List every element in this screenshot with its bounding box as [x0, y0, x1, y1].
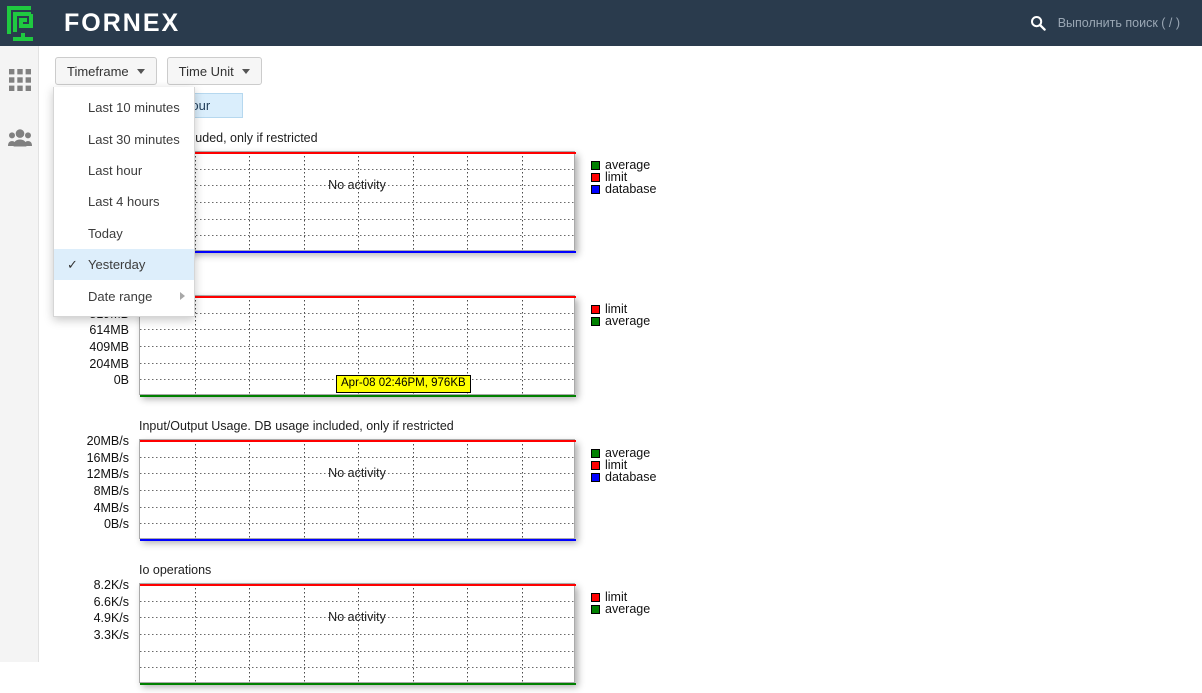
- y-axis-tick: 614MB: [89, 323, 129, 337]
- main-workspace: Timeframe Time Unit Hour usage included,…: [39, 46, 1202, 685]
- legend-entry-database[interactable]: database: [591, 471, 656, 483]
- chart-gridlines: [140, 440, 576, 540]
- legend-swatch-limit: [591, 304, 600, 314]
- y-axis-tick: 8MB/s: [93, 484, 129, 498]
- y-axis-tick: 0B: [113, 373, 129, 387]
- grid-apps-icon: [8, 68, 31, 96]
- legend-entry-average[interactable]: average: [591, 315, 650, 327]
- series-line-limit: [140, 152, 576, 154]
- sidebar-item-apps[interactable]: [0, 58, 39, 106]
- chart-title: Input/Output Usage. DB usage included, o…: [139, 419, 454, 433]
- timeframe-button[interactable]: Timeframe: [55, 57, 157, 85]
- menu-item-yesterday[interactable]: ✓ Yesterday: [54, 248, 194, 281]
- chart-io-operations: Io operations 8.2K/s 6.6K/s 4.9K/s 3.3K/s No …: [39, 563, 679, 693]
- chart-gridlines: [140, 584, 576, 684]
- series-line-limit: [140, 296, 576, 298]
- y-axis-tick: 0B/s: [103, 517, 129, 531]
- y-axis-tick: 4.9K/s: [93, 611, 129, 625]
- series-line-average: [140, 395, 576, 397]
- y-axis-tick: 8.2K/s: [93, 578, 129, 592]
- legend-swatch-limit: [591, 592, 600, 602]
- brand-name: FORNEX: [64, 8, 181, 37]
- chart-legend: limit average: [591, 303, 650, 327]
- legend-label: average: [605, 602, 651, 616]
- chevron-down-icon: [241, 68, 250, 74]
- menu-item-label: Date range: [88, 288, 153, 304]
- plot-area[interactable]: No activity: [139, 583, 576, 685]
- y-axis-tick: 204MB: [89, 357, 129, 371]
- legend-swatch-average: [591, 604, 600, 614]
- legend-swatch-average: [591, 316, 600, 326]
- y-axis-tick: 4MB/s: [93, 501, 129, 515]
- series-line-database: [140, 539, 576, 541]
- chart-legend: average limit database: [591, 447, 656, 483]
- y-axis-tick: 3.3K/s: [93, 628, 129, 642]
- y-axis-tick: 12MB/s: [86, 467, 129, 481]
- search-input-placeholder[interactable]: Выполнить поиск ( / ): [1058, 16, 1180, 30]
- legend-swatch-limit: [591, 460, 600, 470]
- fornex-maze-logo-icon: [5, 4, 41, 42]
- series-line-database: [140, 251, 576, 253]
- y-axis-labels: 8.2K/s 6.6K/s 4.9K/s 3.3K/s: [39, 579, 134, 683]
- sidebar-item-users[interactable]: [0, 116, 39, 164]
- series-line-average: [140, 683, 576, 685]
- menu-item-label: Last hour: [88, 162, 143, 178]
- brand-logo[interactable]: [0, 0, 46, 46]
- legend-swatch-average: [591, 448, 600, 458]
- legend-swatch-database: [591, 184, 600, 194]
- legend-entry-average[interactable]: average: [591, 603, 650, 615]
- check-icon: ✓: [67, 257, 78, 273]
- series-line-limit: [140, 584, 576, 586]
- menu-item-label: Last 30 minutes: [88, 131, 180, 147]
- menu-item-label: Yesterday: [88, 257, 146, 273]
- chart-legend: limit average: [591, 591, 650, 615]
- time-unit-button-label: Time Unit: [178, 63, 234, 79]
- menu-item-label: Last 4 hours: [88, 194, 160, 210]
- series-line-limit: [140, 440, 576, 442]
- menu-item-last-30-minutes[interactable]: Last 30 minutes: [54, 123, 194, 154]
- menu-item-last-hour[interactable]: Last hour: [54, 155, 194, 186]
- timeframe-dropdown-menu: Last 10 minutes Last 30 minutes Last hour L…: [53, 87, 195, 317]
- chart-title: Io operations: [139, 563, 212, 577]
- legend-label: database: [605, 182, 657, 196]
- chart-io-usage: Input/Output Usage. DB usage included, o…: [39, 419, 679, 549]
- global-search[interactable]: Выполнить поиск ( / ): [1030, 0, 1202, 46]
- y-axis-tick: 20MB/s: [86, 434, 129, 448]
- search-icon: [1030, 15, 1046, 31]
- chevron-down-icon: [136, 68, 145, 74]
- menu-item-last-10-minutes[interactable]: Last 10 minutes: [54, 92, 194, 123]
- y-axis-tick: 409MB: [89, 340, 129, 354]
- timeframe-button-label: Timeframe: [67, 63, 129, 79]
- menu-item-label: Last 10 minutes: [88, 100, 180, 116]
- y-axis-tick: 6.6K/s: [93, 595, 129, 609]
- chevron-right-icon: [180, 292, 185, 301]
- y-axis-tick: 16MB/s: [86, 451, 129, 465]
- plot-area[interactable]: Apr-08 02:46PM, 976KB: [139, 295, 576, 397]
- menu-item-today[interactable]: Today: [54, 218, 194, 249]
- plot-area[interactable]: No activity: [139, 439, 576, 541]
- plot-area[interactable]: No activity: [139, 151, 576, 253]
- menu-item-last-4-hours[interactable]: Last 4 hours: [54, 186, 194, 217]
- legend-label: average: [605, 314, 651, 328]
- top-header-bar: FORNEX Выполнить поиск ( / ): [0, 0, 1202, 46]
- users-group-icon: [7, 128, 32, 152]
- chart-legend: average limit database: [591, 159, 656, 195]
- legend-swatch-database: [591, 472, 600, 482]
- menu-item-date-range[interactable]: Date range: [54, 280, 194, 311]
- legend-label: database: [605, 470, 657, 484]
- left-nav-rail: [0, 46, 39, 662]
- menu-item-label: Today: [88, 225, 123, 241]
- chart-gridlines: [140, 152, 576, 252]
- legend-swatch-average: [591, 160, 600, 170]
- y-axis-labels: 20MB/s 16MB/s 12MB/s 8MB/s 4MB/s 0B/s: [39, 435, 134, 539]
- time-unit-button[interactable]: Time Unit: [166, 57, 262, 85]
- chart-toolbar: Timeframe Time Unit: [55, 57, 262, 85]
- legend-entry-database[interactable]: database: [591, 183, 656, 195]
- legend-swatch-limit: [591, 172, 600, 182]
- data-point-tooltip: Apr-08 02:46PM, 976KB: [336, 375, 471, 394]
